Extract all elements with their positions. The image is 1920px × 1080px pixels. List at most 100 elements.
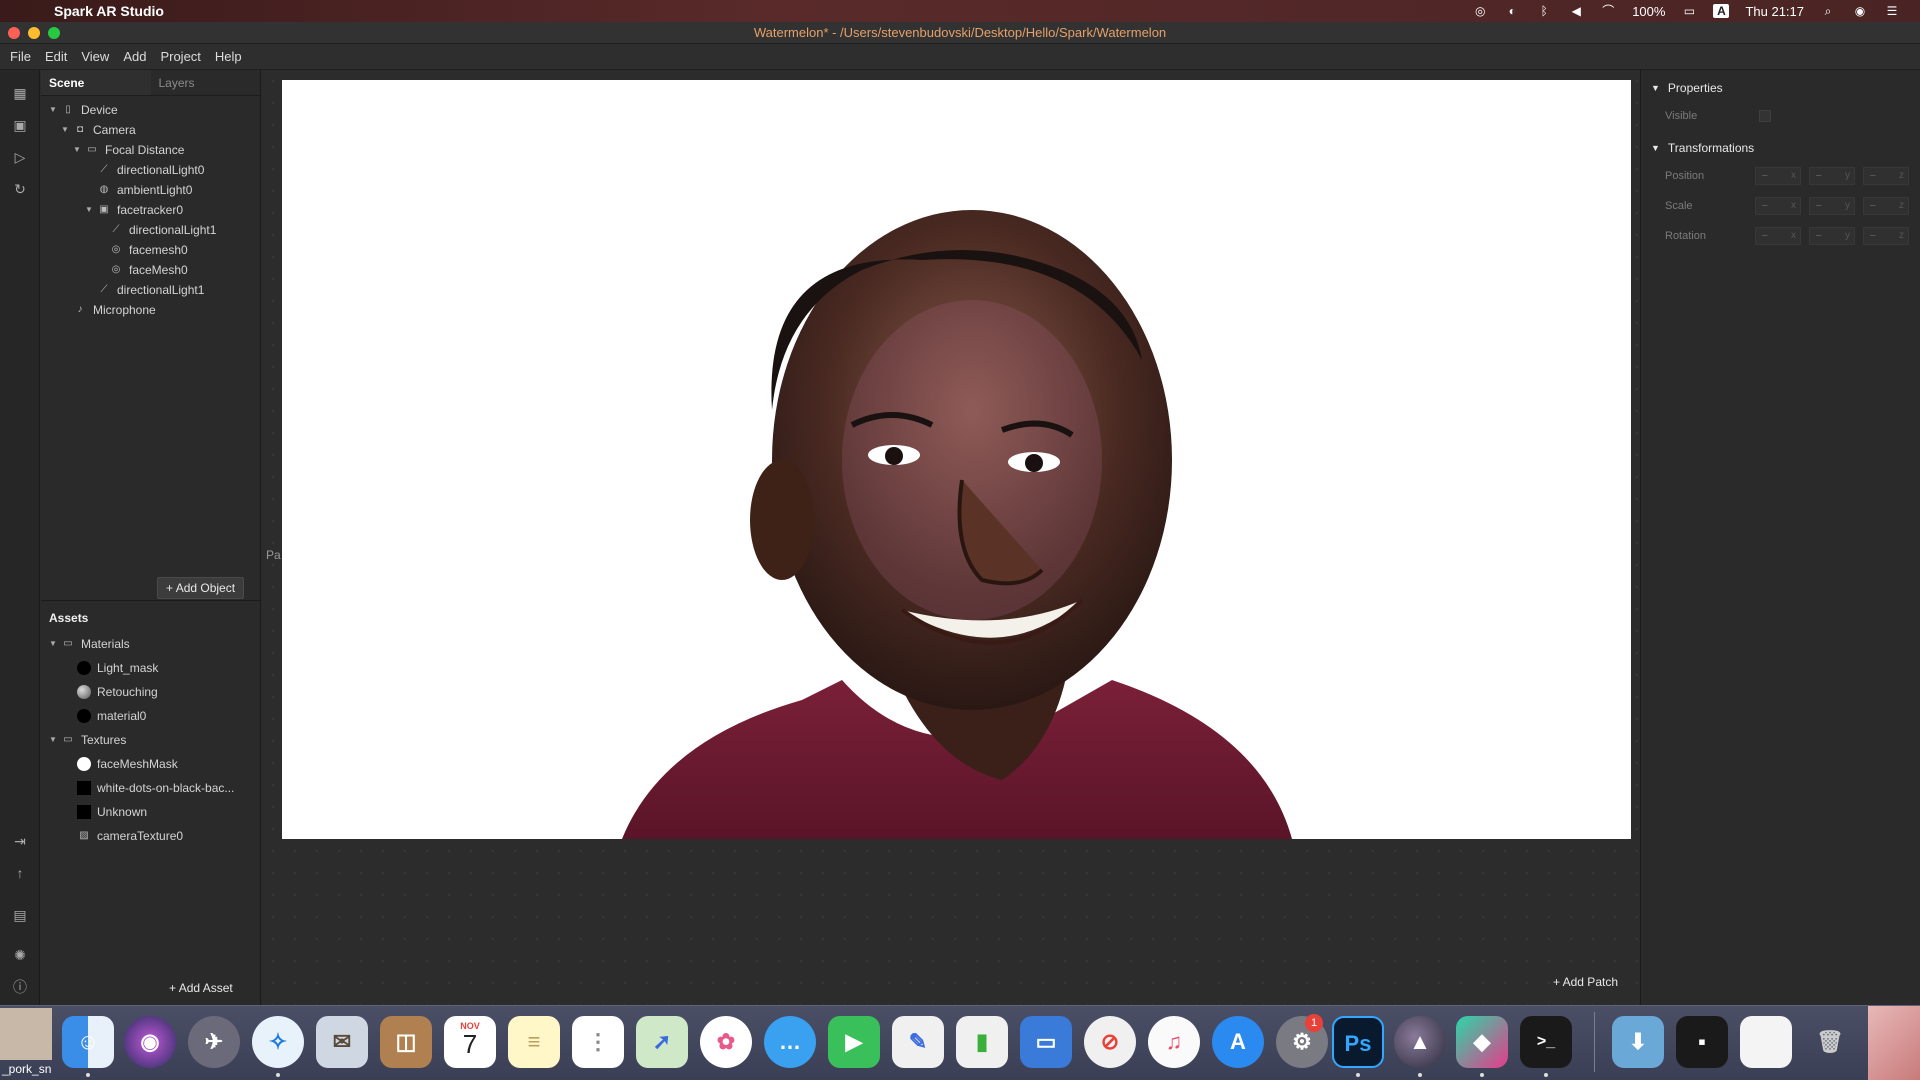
tree-item-directional-light-0[interactable]: ⟋ directionalLight0 <box>97 160 205 180</box>
close-window-button[interactable] <box>8 27 20 39</box>
transformations-header[interactable]: ▼ Transformations <box>1651 141 1754 155</box>
macos-mojave-icon[interactable]: ▲ <box>1394 1016 1446 1068</box>
expand-arrow-icon[interactable]: ▼ <box>73 140 85 160</box>
position-y-field[interactable]: – y <box>1809 167 1855 185</box>
asset-item-material0[interactable]: material0 <box>77 706 146 726</box>
wifi-icon[interactable]: ⌒ <box>1600 4 1616 18</box>
add-object-button[interactable]: + Add Object <box>157 577 245 599</box>
expand-arrow-icon[interactable]: ▼ <box>49 730 61 750</box>
contacts-icon[interactable]: ◫ <box>380 1016 432 1068</box>
spotlight-search-icon[interactable]: ⌕ <box>1820 4 1836 18</box>
add-asset-button[interactable]: + Add Asset <box>169 981 233 995</box>
notification-center-icon[interactable]: ☰ <box>1884 4 1900 18</box>
menubar-clock[interactable]: Thu 21:17 <box>1745 4 1804 19</box>
expand-arrow-icon[interactable]: ▼ <box>61 120 73 140</box>
mail-icon[interactable]: ✉ <box>316 1016 368 1068</box>
asset-item-camera-texture[interactable]: ▨ cameraTexture0 <box>77 826 183 846</box>
volume-icon[interactable]: ◀ <box>1568 4 1584 18</box>
battery-icon[interactable]: ▭ <box>1681 4 1697 18</box>
menu-help[interactable]: Help <box>215 49 242 64</box>
rotation-z-field[interactable]: – z <box>1863 227 1909 245</box>
facetime-icon[interactable]: ▶ <box>828 1016 880 1068</box>
scale-x-field[interactable]: – x <box>1755 197 1801 215</box>
spark-ar-studio-icon[interactable]: ◆ <box>1456 1016 1508 1068</box>
test-on-device-icon[interactable]: ⇥ <box>8 830 32 852</box>
asset-item-light-mask[interactable]: Light_mask <box>77 658 158 678</box>
asset-item-white-dots[interactable]: white-dots-on-black-bac... <box>77 778 234 798</box>
tree-item-facetracker-0[interactable]: ▼ ▣ facetracker0 <box>85 200 183 220</box>
tree-item-facemesh-0-alt[interactable]: ◎ faceMesh0 <box>109 260 188 280</box>
tree-item-device[interactable]: ▼ ▯ Device <box>49 100 118 120</box>
tree-item-directional-light-1[interactable]: ⟋ directionalLight1 <box>109 220 217 240</box>
add-patch-button[interactable]: + Add Patch <box>1553 975 1618 989</box>
tree-item-microphone[interactable]: ♪ Microphone <box>73 300 156 320</box>
rotation-x-field[interactable]: – x <box>1755 227 1801 245</box>
library-icon[interactable]: ▤ <box>8 904 32 926</box>
upload-icon[interactable]: ↑ <box>8 862 32 884</box>
layout-icon[interactable]: ▦ <box>8 82 32 104</box>
patch-editor-tab[interactable]: Pa <box>266 548 281 562</box>
visible-checkbox[interactable] <box>1759 110 1771 122</box>
scale-y-field[interactable]: – y <box>1809 197 1855 215</box>
tree-item-facemesh-0[interactable]: ◎ facemesh0 <box>109 240 188 260</box>
app-store-icon[interactable]: A <box>1212 1016 1264 1068</box>
messages-icon[interactable]: … <box>764 1016 816 1068</box>
numbers-icon[interactable]: ▮ <box>956 1016 1008 1068</box>
desktop-file-thumbnail-icon[interactable] <box>0 1008 52 1060</box>
tree-item-focal-distance[interactable]: ▼ ▭ Focal Distance <box>73 140 184 160</box>
safari-icon[interactable]: ✧ <box>252 1016 304 1068</box>
watermelon-menu-icon[interactable]: ◐ <box>1504 4 1520 18</box>
photos-icon[interactable]: ✿ <box>700 1016 752 1068</box>
itunes-icon[interactable]: ♫ <box>1148 1016 1200 1068</box>
reminders-icon[interactable]: ⋮ <box>572 1016 624 1068</box>
viewport[interactable]: Pa + Add Patch <box>262 70 1640 1005</box>
menu-edit[interactable]: Edit <box>45 49 67 64</box>
recent-window-icon[interactable]: ▪ <box>1676 1016 1728 1068</box>
downloads-folder-icon[interactable]: ⬇ <box>1612 1016 1664 1068</box>
menu-view[interactable]: View <box>81 49 109 64</box>
position-x-field[interactable]: – x <box>1755 167 1801 185</box>
tab-scene[interactable]: Scene <box>41 70 151 95</box>
pages-icon[interactable]: ✎ <box>892 1016 944 1068</box>
scale-z-field[interactable]: – z <box>1863 197 1909 215</box>
tab-layers[interactable]: Layers <box>151 70 261 95</box>
terminal-icon[interactable]: >_ <box>1520 1016 1572 1068</box>
collapse-arrow-icon[interactable]: ▼ <box>1651 83 1660 93</box>
video-icon[interactable]: ▣ <box>8 114 32 136</box>
recent-document-icon[interactable] <box>1740 1016 1792 1068</box>
asset-group-textures[interactable]: ▼ ▭ Textures <box>49 730 126 750</box>
battery-percent[interactable]: 100% <box>1632 4 1665 19</box>
asset-item-unknown[interactable]: Unknown <box>77 802 147 822</box>
tree-item-camera[interactable]: ▼ ◘ Camera <box>61 120 136 140</box>
bug-report-icon[interactable]: ✺ <box>8 944 32 966</box>
news-icon[interactable]: ⊘ <box>1084 1016 1136 1068</box>
menu-project[interactable]: Project <box>160 49 200 64</box>
asset-group-materials[interactable]: ▼ ▭ Materials <box>49 634 130 654</box>
app-name-menu[interactable]: Spark AR Studio <box>54 3 164 19</box>
maps-icon[interactable]: ➚ <box>636 1016 688 1068</box>
preview-canvas[interactable] <box>282 80 1631 839</box>
tree-item-directional-light-1-b[interactable]: ⟋ directionalLight1 <box>97 280 205 300</box>
siri-icon[interactable]: ◉ <box>1852 4 1868 18</box>
launchpad-icon[interactable]: ✈ <box>188 1016 240 1068</box>
properties-header[interactable]: ▼ Properties <box>1651 81 1723 95</box>
zoom-window-button[interactable] <box>48 27 60 39</box>
minimize-window-button[interactable] <box>28 27 40 39</box>
finder-icon[interactable]: ☺ <box>62 1016 114 1068</box>
menu-add[interactable]: Add <box>123 49 146 64</box>
trash-icon[interactable]: 🗑 <box>1804 1016 1856 1068</box>
siri-icon[interactable]: ◉ <box>124 1016 176 1068</box>
expand-arrow-icon[interactable]: ▼ <box>85 200 97 220</box>
play-icon[interactable]: ▷ <box>8 146 32 168</box>
photoshop-icon[interactable]: Ps <box>1332 1016 1384 1068</box>
asset-item-retouching[interactable]: Retouching <box>77 682 158 702</box>
tree-item-ambient-light-0[interactable]: ◍ ambientLight0 <box>97 180 193 200</box>
calendar-icon[interactable]: NOV 7 <box>444 1016 496 1068</box>
expand-arrow-icon[interactable]: ▼ <box>49 634 61 654</box>
notes-icon[interactable]: ≡ <box>508 1016 560 1068</box>
position-z-field[interactable]: – z <box>1863 167 1909 185</box>
rotation-y-field[interactable]: – y <box>1809 227 1855 245</box>
help-icon[interactable]: ⓘ <box>8 976 32 998</box>
keynote-icon[interactable]: ▭ <box>1020 1016 1072 1068</box>
expand-arrow-icon[interactable]: ▼ <box>49 100 61 120</box>
